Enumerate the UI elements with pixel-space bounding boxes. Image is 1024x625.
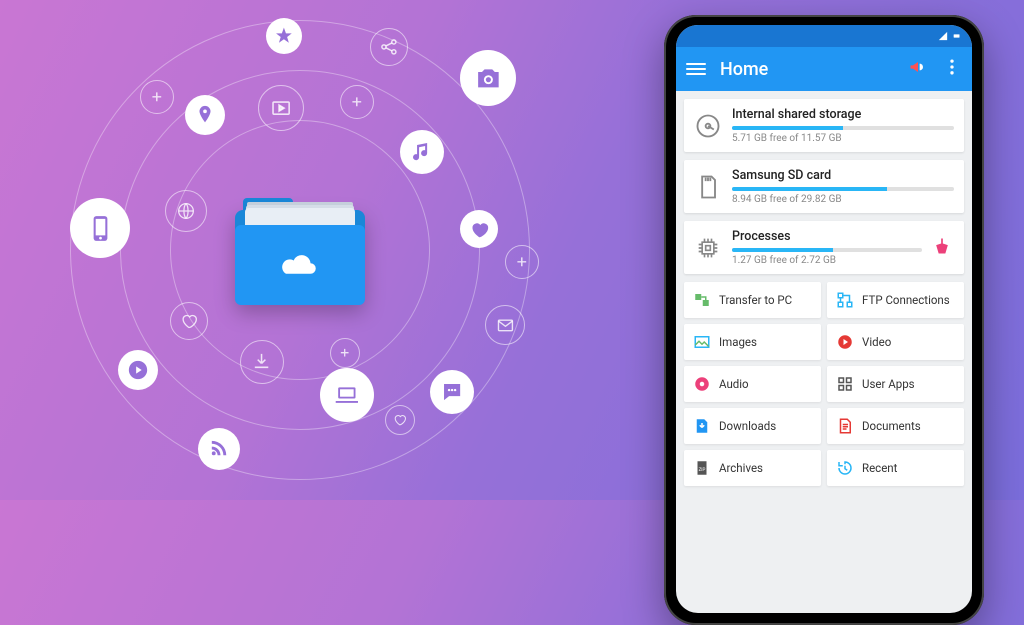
- app-screen: Home Internal shared storage 5.71 GB fre…: [676, 25, 972, 613]
- tile-label: Audio: [719, 377, 749, 391]
- shortcut-grid: Transfer to PC FTP Connections Images Vi…: [684, 282, 964, 486]
- tile-downloads[interactable]: Downloads: [684, 408, 821, 444]
- play-icon: [118, 350, 158, 390]
- phone-icon: [70, 198, 130, 258]
- tile-label: Transfer to PC: [719, 293, 792, 307]
- storage-card-sd[interactable]: Samsung SD card 8.94 GB free of 29.82 GB: [684, 160, 964, 213]
- app-bar: Home: [676, 47, 972, 91]
- overflow-menu-button[interactable]: [942, 57, 962, 81]
- plus-icon: [140, 80, 174, 114]
- plus-icon: [330, 338, 360, 368]
- music-icon: [400, 130, 444, 174]
- cloud-folder-icon: [235, 190, 365, 310]
- heart-icon: [460, 210, 498, 248]
- video-icon: [836, 333, 854, 351]
- heart-icon: [170, 302, 208, 340]
- tile-label: Downloads: [719, 419, 776, 433]
- storage-title: Processes: [732, 229, 922, 244]
- clean-button[interactable]: [932, 236, 954, 260]
- phone-mockup: Home Internal shared storage 5.71 GB fre…: [664, 15, 984, 625]
- tile-label: Video: [862, 335, 891, 349]
- status-bar: [676, 25, 972, 47]
- docs-icon: [836, 417, 854, 435]
- tile-transfer[interactable]: Transfer to PC: [684, 282, 821, 318]
- storage-title: Internal shared storage: [732, 107, 954, 122]
- archives-icon: ZIP: [693, 459, 711, 477]
- tile-archives[interactable]: ZIP Archives: [684, 450, 821, 486]
- plus-icon: [505, 245, 539, 279]
- svg-text:ZIP: ZIP: [699, 467, 706, 473]
- tile-ftp[interactable]: FTP Connections: [827, 282, 964, 318]
- video-icon: [258, 85, 304, 131]
- laptop-icon: [320, 368, 374, 422]
- downloads-icon: [693, 417, 711, 435]
- storage-subtitle: 5.71 GB free of 11.57 GB: [732, 133, 954, 144]
- tile-label: Archives: [719, 461, 763, 475]
- page-title: Home: [720, 59, 894, 80]
- globe-icon: [165, 190, 207, 232]
- hdd-icon: [694, 112, 722, 140]
- storage-card-processes[interactable]: Processes 1.27 GB free of 2.72 GB: [684, 221, 964, 274]
- tile-audio[interactable]: Audio: [684, 366, 821, 402]
- share-icon: [370, 28, 408, 66]
- storage-subtitle: 8.94 GB free of 29.82 GB: [732, 194, 954, 205]
- download-icon: [240, 340, 284, 384]
- images-icon: [693, 333, 711, 351]
- apps-icon: [836, 375, 854, 393]
- tile-label: FTP Connections: [862, 293, 950, 307]
- decorative-orbit-graphic: [40, 20, 560, 480]
- tile-recent[interactable]: Recent: [827, 450, 964, 486]
- menu-button[interactable]: [686, 63, 706, 75]
- storage-card-internal[interactable]: Internal shared storage 5.71 GB free of …: [684, 99, 964, 152]
- storage-title: Samsung SD card: [732, 168, 954, 183]
- transfer-icon: [693, 291, 711, 309]
- tile-video[interactable]: Video: [827, 324, 964, 360]
- tile-apps[interactable]: User Apps: [827, 366, 964, 402]
- recent-icon: [836, 459, 854, 477]
- plus-icon: [340, 85, 374, 119]
- ftp-icon: [836, 291, 854, 309]
- chat-icon: [430, 370, 474, 414]
- tile-label: Documents: [862, 419, 921, 433]
- heart-icon: [385, 405, 415, 435]
- tile-label: Images: [719, 335, 757, 349]
- pin-icon: [185, 95, 225, 135]
- mail-icon: [485, 305, 525, 345]
- cpu-icon: [694, 234, 722, 262]
- camera-icon: [460, 50, 516, 106]
- tile-images[interactable]: Images: [684, 324, 821, 360]
- announcement-button[interactable]: [908, 57, 928, 81]
- tile-documents[interactable]: Documents: [827, 408, 964, 444]
- tile-label: Recent: [862, 461, 897, 475]
- tile-label: User Apps: [862, 377, 915, 391]
- sd-icon: [694, 173, 722, 201]
- audio-icon: [693, 375, 711, 393]
- screen-body: Internal shared storage 5.71 GB free of …: [676, 91, 972, 494]
- rss-icon: [198, 428, 240, 470]
- storage-subtitle: 1.27 GB free of 2.72 GB: [732, 255, 922, 266]
- star-icon: [266, 18, 302, 54]
